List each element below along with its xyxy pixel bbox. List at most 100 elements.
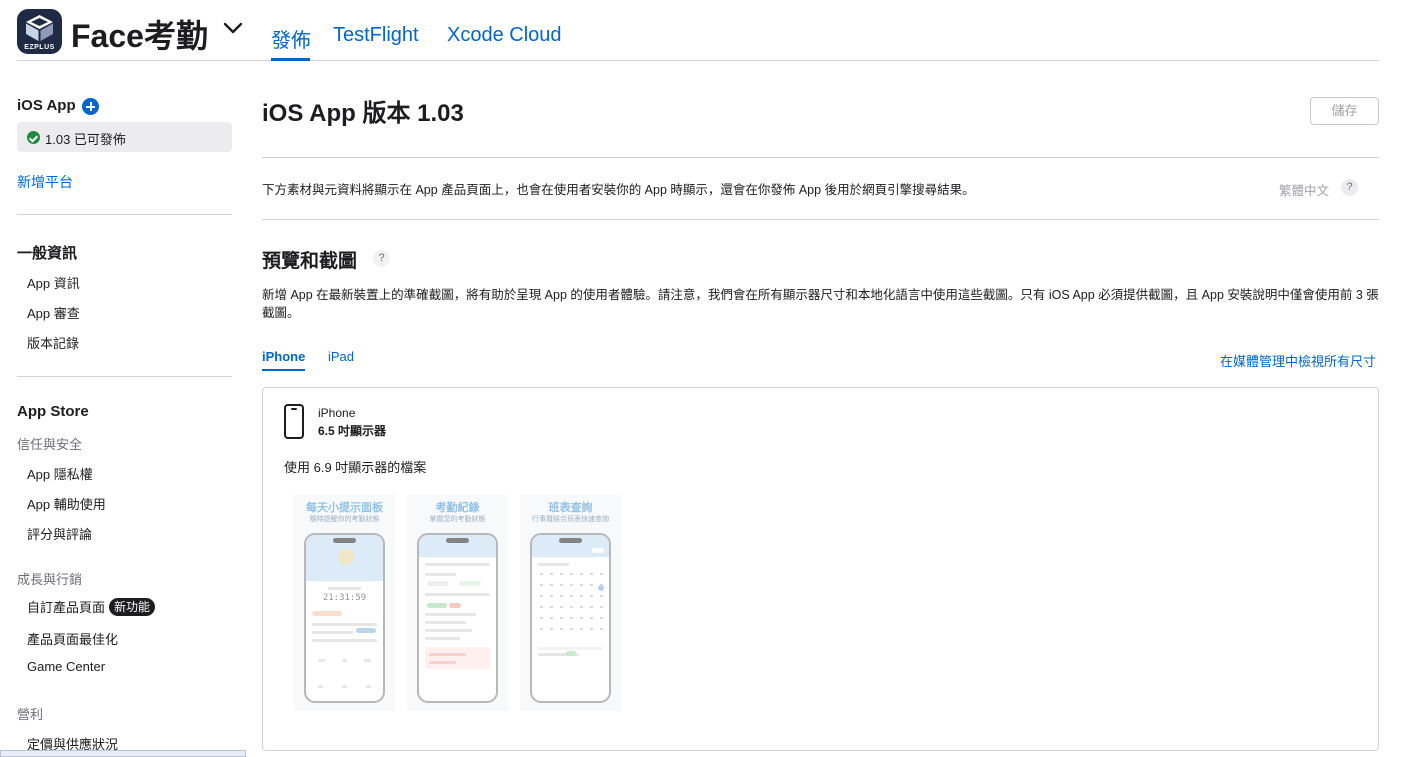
tab-distribution[interactable]: 發佈 [271,24,311,53]
iphone-icon [284,404,304,439]
tab-xcode-cloud[interactable]: Xcode Cloud [447,24,562,47]
screenshot-thumbnail[interactable]: 班表查詢 行事曆結合班表快速查詢 [520,495,621,711]
sidebar-item-custom-product-pages[interactable]: 自訂產品頁面 新功能 [27,597,156,616]
save-button[interactable]: 儲存 [1310,97,1379,125]
screenshot-text-line [342,685,347,688]
screenshot-text-line [312,639,377,642]
calendar-day-dot [580,606,583,608]
calendar-day-dot [580,628,583,630]
calendar-day-dot [570,573,573,575]
card-display-size: 6.5 吋顯示器 [318,424,387,438]
card-device-name: iPhone [318,406,356,420]
sidebar-group-growth: 成長與行銷 [17,572,83,587]
screenshot-subtitle: 掌握您的考勤狀態 [429,516,486,523]
chevron-down-icon[interactable] [223,22,243,34]
screenshot-text-line [342,659,347,662]
screenshot-notch [446,538,469,543]
tab-testflight[interactable]: TestFlight [333,24,419,47]
calendar-day-dot [560,584,563,586]
media-manager-link[interactable]: 在媒體管理中檢視所有尺寸 [1220,351,1376,370]
app-name[interactable]: Face考勤 [71,11,208,57]
sidebar-item-version[interactable]: 1.03 已可發佈 [17,122,232,152]
avatar-illustration [338,549,354,565]
locale-selector[interactable]: 繁體中文 [1279,180,1329,199]
calendar-day-dot [580,595,583,597]
screenshot-thumbnail[interactable]: 考勤紀錄 掌握您的考勤狀態 [407,495,508,711]
device-tab-iphone[interactable]: iPhone [262,349,305,364]
calendar-day-dot [540,584,543,586]
sidebar-section-general: 一般資訊 [17,245,78,262]
device-tab-ipad[interactable]: iPad [328,349,354,364]
screenshot-thumbnail[interactable]: 每天小提示面板 隨時提醒你的考勤狀態 21:31:59 [294,495,395,711]
device-tab-indicator [262,369,305,371]
screenshot-pill [356,628,376,633]
screenshot-phone-frame [530,533,611,703]
calendar-day-dot [570,617,573,619]
sidebar-item-accessibility[interactable]: App 輔助使用 [27,494,106,513]
screenshot-pill [592,548,604,553]
calendar-day-dot [570,628,573,630]
sidebar-item-app-privacy[interactable]: App 隱私權 [27,464,93,483]
screenshot-notch [559,538,582,543]
calendar-day-dot [600,573,603,575]
calendar-day-dot [550,584,553,586]
screenshot-text-line [425,637,460,640]
calendar-day-dot [570,584,573,586]
screenshot-pill [427,603,447,608]
app-icon-label: EZPLUS [24,44,55,51]
calendar-day-dot [580,617,583,619]
main-divider [262,157,1379,158]
screenshot-card: iPhone 6.5 吋顯示器 使用 6.9 吋顯示器的檔案 每天小提示面板 隨… [262,387,1379,751]
sidebar-section-app-store: App Store [17,403,89,420]
calendar-day-dot [600,628,603,630]
calendar-day-dot [570,606,573,608]
calendar-day-dot [590,584,593,586]
calendar-day-dot [550,628,553,630]
sidebar: iOS App 1.03 已可發佈 新增平台 一般資訊 App 資訊 App 審… [17,61,232,757]
sidebar-item-version-history[interactable]: 版本記錄 [27,333,79,352]
cube-logo-icon [26,15,53,41]
sidebar-group-trust: 信任與安全 [17,437,83,452]
screenshot-alert-box [425,647,490,669]
screenshot-pill [449,603,461,608]
sidebar-divider [17,376,232,377]
screenshot-pill [566,651,576,656]
screenshot-text-line [429,653,466,656]
calendar-day-dot [590,595,593,597]
screenshot-notch [333,538,356,543]
section-description: 新增 App 在最新裝置上的準確截圖，將有助於呈現 App 的使用者體驗。請注意… [262,288,1379,320]
sidebar-item-product-page-optimization[interactable]: 產品頁面最佳化 [27,629,118,648]
screenshot-text-line [366,685,371,688]
calendar-day-dot [550,606,553,608]
page-title: iOS App 版本 1.03 [262,100,464,127]
main-divider [262,219,1379,220]
screenshot-title: 每天小提示面板 [306,502,383,514]
add-platform-link[interactable]: 新增平台 [17,172,73,192]
sidebar-item-game-center[interactable]: Game Center [27,659,105,674]
locale-help-icon[interactable]: ? [1341,179,1358,196]
screenshot-pill [312,611,342,616]
screenshot-text-line [425,593,490,596]
screenshot-text-line [312,623,377,626]
screenshot-title: 班表查詢 [548,502,593,514]
screenshot-clock: 21:31:59 [322,593,367,603]
calendar-day-dot [600,617,603,619]
main-content: iOS App 版本 1.03 儲存 下方素材與元資料將顯示在 App 產品頁面… [262,61,1379,757]
app-icon[interactable]: EZPLUS [17,9,62,54]
section-help-icon[interactable]: ? [373,250,390,267]
calendar-day-dot [550,573,553,575]
calendar-day-dot [600,584,603,586]
sidebar-item-label: 自訂產品頁面 [27,600,106,615]
card-note: 使用 6.9 吋顯示器的檔案 [284,460,427,475]
screenshot-text-line [429,661,456,664]
calendar-day-dot [540,617,543,619]
calendar-day-dot [590,628,593,630]
sidebar-item-ratings-reviews[interactable]: 評分與評論 [27,524,92,543]
sidebar-item-app-review[interactable]: App 審查 [27,303,80,322]
sidebar-item-app-info[interactable]: App 資訊 [27,273,80,292]
metadata-info-text: 下方素材與元資料將顯示在 App 產品頁面上，也會在使用者安裝你的 App 時顯… [262,183,975,197]
calendar-day-dot [540,595,543,597]
sidebar-group-monetization: 營利 [17,707,44,722]
screenshot-text-line [425,621,466,624]
add-version-plus-icon[interactable] [82,98,99,115]
